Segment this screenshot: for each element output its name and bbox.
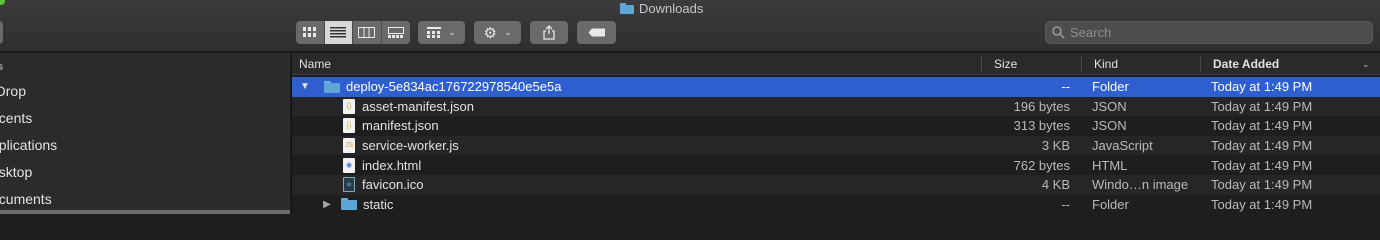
file-size: 4 KB: [1041, 177, 1070, 193]
json-file-icon: {}: [343, 98, 355, 114]
sort-chevron-icon: ⌄: [1362, 58, 1370, 69]
sidebar-item-label: pplications: [0, 137, 58, 153]
finder-window: Downloads ⌄ ⚙ ⌄ Search s Drop cents plic…: [0, 0, 1380, 214]
file-date-added: Today at 1:49 PM: [1211, 98, 1313, 114]
group-by-button[interactable]: ⌄: [418, 21, 465, 44]
file-kind: JavaScript: [1092, 138, 1153, 154]
icon-view-button[interactable]: [296, 21, 325, 44]
sidebar-item-recents[interactable]: ecents: [0, 106, 32, 130]
file-date-added: Today at 1:49 PM: [1211, 196, 1313, 212]
chevron-down-icon: ⌄: [503, 27, 512, 37]
columns-icon: [358, 27, 376, 38]
sidebar-heading: s: [0, 61, 4, 73]
list-item[interactable]: {} manifest.json 313 bytes JSON Today at…: [292, 116, 1380, 136]
gallery-view-button[interactable]: [382, 21, 411, 44]
list-item[interactable]: JS service-worker.js 3 KB JavaScript Tod…: [292, 135, 1380, 156]
sidebar-item-label: ocuments: [0, 191, 52, 207]
column-header: Name Size Kind Date Added ⌄: [292, 53, 1380, 75]
list-icon: [330, 27, 347, 38]
folder-icon: [324, 80, 340, 93]
column-divider[interactable]: [1081, 56, 1082, 72]
list-item[interactable]: ⚛ favicon.ico 4 KB Windo…n image Today a…: [292, 175, 1380, 195]
list-view-button[interactable]: [324, 21, 353, 44]
column-divider[interactable]: [1200, 56, 1201, 72]
file-kind: Windo…n image: [1092, 177, 1189, 193]
icon-grid-icon: [303, 27, 317, 37]
window-title: Downloads: [620, 0, 703, 16]
sidebar-item-label: ecents: [0, 110, 33, 126]
search-field[interactable]: [1045, 21, 1373, 44]
folder-icon: [341, 198, 357, 211]
gallery-icon: [387, 27, 404, 38]
share-icon: [543, 25, 555, 40]
file-name: favicon.ico: [362, 177, 424, 193]
column-header-name[interactable]: Name: [299, 53, 331, 75]
window-title-text: Downloads: [639, 0, 704, 16]
file-date-added: Today at 1:49 PM: [1211, 79, 1313, 95]
file-size: 762 bytes: [1013, 157, 1070, 173]
zoom-window-button[interactable]: [0, 0, 5, 5]
sidebar-item-documents[interactable]: ocuments: [0, 187, 52, 211]
view-mode-control: [296, 21, 410, 44]
file-list: Name Size Kind Date Added ⌄ ▼ deploy-5e8…: [291, 53, 1380, 214]
file-date-added: Today at 1:49 PM: [1211, 138, 1313, 154]
react-logo-icon: ⚛: [343, 177, 355, 193]
grid-group-icon: [427, 27, 442, 38]
list-item[interactable]: {} asset-manifest.json 196 bytes JSON To…: [292, 96, 1380, 117]
column-header-size[interactable]: Size: [994, 53, 1017, 75]
disclosure-triangle-expanded-icon[interactable]: ▼: [298, 81, 312, 92]
sidebar-item-applications[interactable]: pplications: [0, 133, 57, 157]
gear-icon: ⚙: [483, 24, 497, 42]
file-date-added: Today at 1:49 PM: [1211, 177, 1313, 193]
search-icon: [1052, 26, 1065, 39]
toolbar: Downloads ⌄ ⚙ ⌄ Search: [0, 0, 1380, 52]
chevron-down-icon: ⌄: [448, 27, 456, 37]
share-button[interactable]: [530, 21, 568, 44]
file-name: manifest.json: [362, 118, 439, 134]
file-kind: Folder: [1092, 196, 1129, 212]
json-file-icon: {}: [343, 118, 355, 134]
column-view-button[interactable]: [353, 21, 382, 44]
column-divider[interactable]: [981, 56, 982, 72]
sidebar: s rDrop ecents pplications esktop ocumen…: [0, 53, 290, 214]
column-header-date-added[interactable]: Date Added: [1213, 53, 1279, 75]
list-item[interactable]: ◉ index.html 762 bytes HTML Today at 1:4…: [292, 155, 1380, 175]
file-size: 196 bytes: [1013, 98, 1070, 114]
file-kind: Folder: [1092, 79, 1129, 95]
file-name: static: [363, 196, 394, 212]
file-size: 313 bytes: [1013, 118, 1070, 134]
js-file-icon: JS: [343, 138, 355, 154]
file-size: --: [1061, 196, 1070, 212]
file-size: --: [1061, 79, 1070, 95]
sidebar-item-label: rDrop: [0, 83, 27, 99]
list-item[interactable]: ▼ deploy-5e834ac176722978540e5e5a -- Fol…: [292, 77, 1380, 97]
action-menu-button[interactable]: ⚙ ⌄: [474, 21, 521, 44]
disclosure-triangle-collapsed-icon[interactable]: ▶: [320, 199, 334, 210]
file-name: service-worker.js: [362, 138, 459, 154]
file-kind: JSON: [1092, 98, 1127, 114]
search-input[interactable]: [1070, 25, 1350, 40]
column-header-kind[interactable]: Kind: [1094, 53, 1118, 75]
sidebar-item-desktop[interactable]: esktop: [0, 160, 32, 184]
list-item[interactable]: ▶ static -- Folder Today at 1:49 PM: [292, 195, 1380, 215]
html-file-icon: ◉: [343, 157, 355, 173]
tag-icon: [588, 28, 605, 37]
file-size: 3 KB: [1041, 138, 1070, 154]
tags-button[interactable]: [577, 21, 616, 44]
file-date-added: Today at 1:49 PM: [1211, 157, 1313, 173]
file-name: asset-manifest.json: [362, 98, 474, 114]
file-date-added: Today at 1:49 PM: [1211, 118, 1313, 134]
back-button[interactable]: [0, 21, 3, 44]
file-kind: JSON: [1092, 118, 1127, 134]
sidebar-selection-edge: [0, 210, 290, 214]
sidebar-item-airdrop[interactable]: rDrop: [0, 79, 26, 103]
sidebar-item-label: esktop: [0, 164, 33, 180]
file-name: deploy-5e834ac176722978540e5e5a: [346, 79, 562, 95]
file-kind: HTML: [1092, 157, 1128, 173]
folder-icon: [620, 2, 634, 14]
file-name: index.html: [362, 157, 422, 173]
